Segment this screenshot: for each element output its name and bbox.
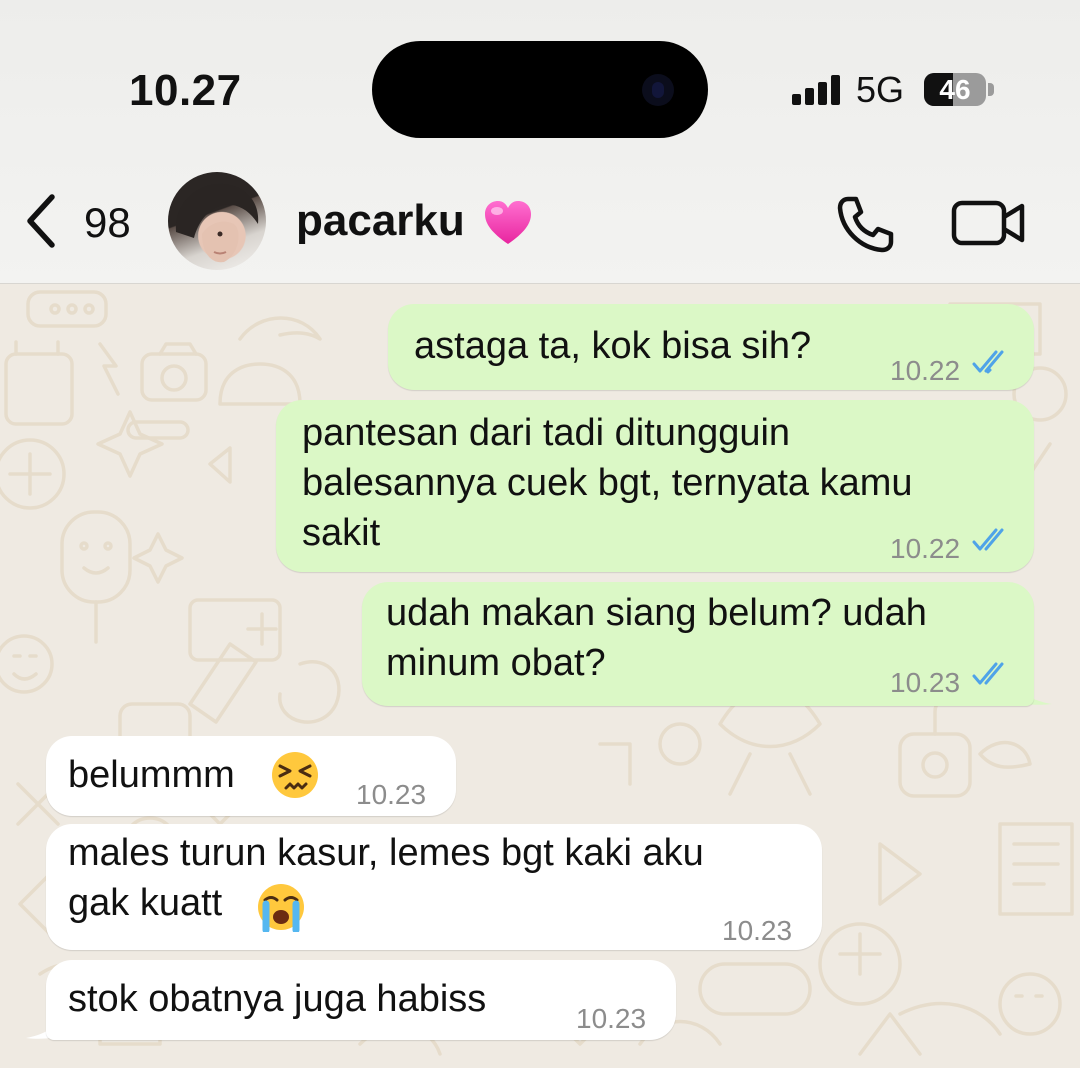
read-receipt-double-check-icon	[972, 662, 1004, 685]
video-camera-icon[interactable]	[950, 197, 1028, 249]
message-text: udah makan siang belum? udah	[386, 592, 927, 634]
persevering-face-emoji	[272, 752, 318, 798]
message-text: balesannya cuek bgt, ternyata kamu	[302, 462, 913, 504]
message-bubble-incoming[interactable]: males turun kasur, lemes bgt kaki aku ga…	[46, 824, 822, 950]
phone-icon[interactable]	[834, 193, 896, 255]
message-text: stok obatnya juga habiss	[68, 978, 487, 1020]
message-bubble-incoming[interactable]: belummm 10.23	[46, 736, 456, 816]
read-receipt-double-check-icon	[972, 350, 1004, 374]
message-time: 10.23	[722, 915, 793, 946]
message-text: astaga ta, kok bisa sih?	[414, 325, 812, 367]
message-bubble-outgoing[interactable]: pantesan dari tadi ditungguin balesannya…	[276, 400, 1034, 572]
message-time: 10.22	[890, 533, 961, 564]
message-time: 10.22	[890, 355, 961, 386]
unread-count[interactable]: 98	[84, 199, 131, 247]
read-receipt-double-check-icon	[972, 528, 1004, 551]
message-text: pantesan dari tadi ditungguin	[302, 412, 791, 454]
status-time: 10.27	[129, 66, 242, 115]
battery-icon: 46	[924, 73, 986, 106]
message-bubble-outgoing[interactable]: udah makan siang belum? udah minum obat?…	[362, 582, 1034, 706]
message-time: 10.23	[576, 1003, 647, 1034]
pink-heart-emoji	[485, 201, 531, 244]
message-text: males turun kasur, lemes bgt kaki aku	[68, 832, 704, 874]
back-chevron-icon[interactable]	[22, 191, 62, 251]
chat-area[interactable]: astaga ta, kok bisa sih? 10.22 pantesan …	[0, 284, 1080, 1068]
avatar-photo	[175, 183, 259, 263]
battery-tip	[988, 83, 994, 96]
message-text: belummm	[68, 754, 235, 796]
top-bar: 10.27 5G 46 98 pacarku	[0, 0, 1080, 284]
message-bubble-incoming[interactable]: stok obatnya juga habiss 10.23	[46, 960, 676, 1040]
battery-percent: 46	[939, 74, 971, 105]
message-time: 10.23	[356, 779, 427, 810]
contact-name[interactable]: pacarku	[296, 196, 465, 246]
front-camera	[642, 74, 674, 106]
message-text: gak kuatt	[68, 882, 223, 924]
avatar[interactable]	[168, 172, 266, 270]
message-text: minum obat?	[386, 642, 606, 684]
loudly-crying-face-emoji	[258, 884, 304, 932]
cellular-signal-icon	[792, 75, 844, 105]
message-time: 10.23	[890, 667, 961, 698]
message-text: sakit	[302, 512, 381, 554]
message-bubble-outgoing[interactable]: astaga ta, kok bisa sih? 10.22	[388, 304, 1034, 390]
network-type: 5G	[856, 69, 905, 110]
